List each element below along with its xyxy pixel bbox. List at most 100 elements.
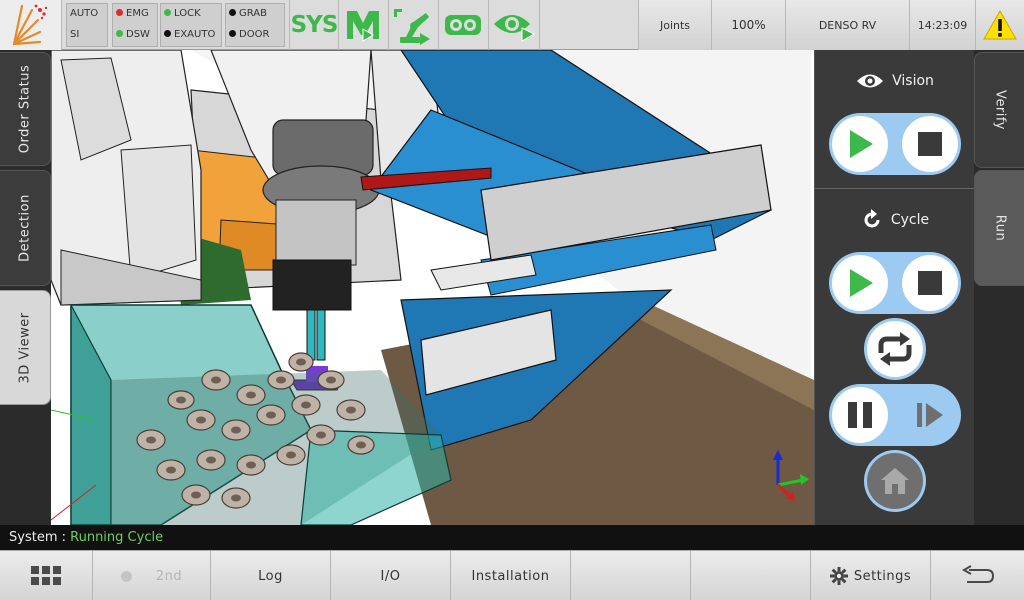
vision-stop-button[interactable] — [902, 116, 958, 172]
warning-button[interactable] — [975, 0, 1024, 50]
back-arrow-icon — [961, 565, 994, 583]
robot-arm-icon — [394, 9, 430, 45]
bottom-bar: 2nd Log I/O Installation Settings — [0, 550, 1024, 600]
repeat-icon — [878, 332, 912, 366]
home-button[interactable] — [864, 450, 926, 512]
eye-icon — [857, 74, 884, 88]
cycle-control — [829, 252, 961, 314]
clock-label: 14:23:09 — [917, 18, 968, 32]
empty-slot-2 — [691, 551, 811, 600]
app-window: AUTO SI EMG DSW LOCK EXAUTO GRAB DOOR SY… — [0, 0, 1024, 600]
status-group-lock: LOCK EXAUTO — [160, 3, 222, 47]
black-dot-icon — [229, 30, 236, 37]
black-dot-icon — [229, 9, 236, 16]
tab-3d-viewer[interactable]: 3D Viewer — [0, 290, 51, 405]
home-icon — [881, 468, 909, 494]
black-dot-icon — [164, 30, 171, 37]
run-control-panel: Vision Cycle — [814, 50, 975, 525]
warning-icon — [983, 9, 1017, 40]
tab-detection[interactable]: Detection — [0, 170, 51, 286]
tab-label: Run — [992, 214, 1007, 242]
tab-label: Order Status — [17, 64, 33, 154]
status-exauto: EXAUTO — [164, 27, 215, 43]
vision-title: Vision — [892, 73, 934, 89]
log-button[interactable]: Log — [211, 551, 331, 600]
second-label: 2nd — [155, 568, 183, 584]
status-emg: EMG — [116, 6, 149, 22]
indicator-dot-icon — [120, 570, 132, 582]
play-icon — [850, 269, 873, 297]
status-dsw: DSW — [116, 27, 150, 43]
motion-icon — [347, 11, 379, 42]
joints-button[interactable]: Joints — [638, 0, 711, 50]
tab-label: 3D Viewer — [17, 311, 33, 384]
robot-model-button[interactable]: DENSO RV — [785, 0, 909, 50]
empty-slot-1 — [571, 551, 691, 600]
vision-control — [829, 113, 961, 175]
second-button[interactable]: 2nd — [93, 551, 211, 600]
step-forward-icon — [917, 403, 943, 427]
robot-cell-scene — [51, 50, 814, 525]
camera-mode-button[interactable] — [441, 4, 485, 46]
status-group-emg: EMG DSW — [112, 3, 158, 47]
vision-section-title: Vision — [815, 69, 975, 93]
tab-label: Verify — [992, 90, 1007, 130]
io-button[interactable]: I/O — [331, 551, 451, 600]
status-grab: GRAB — [229, 6, 267, 22]
installation-label: Installation — [471, 568, 550, 584]
cycle-repeat-button[interactable] — [864, 318, 926, 380]
app-logo — [0, 0, 62, 50]
red-dot-icon — [116, 9, 123, 16]
system-status-value: Running Cycle — [70, 530, 164, 545]
tab-run[interactable]: Run — [974, 170, 1024, 286]
settings-label: Settings — [853, 568, 912, 584]
logo-icon — [12, 4, 48, 46]
vision-mode-button[interactable] — [491, 4, 537, 46]
app-menu-button[interactable] — [0, 551, 93, 600]
stop-icon — [918, 271, 942, 295]
robot-teach-button[interactable] — [391, 4, 435, 46]
status-auto: AUTO — [70, 8, 99, 19]
robot-model-label: DENSO RV — [818, 18, 877, 32]
status-door: DOOR — [229, 27, 269, 43]
status-lock: LOCK — [164, 6, 201, 22]
motion-mode-button[interactable] — [341, 4, 385, 46]
green-dot-icon — [116, 30, 123, 37]
play-icon — [850, 130, 873, 158]
cycle-stop-button[interactable] — [902, 255, 958, 311]
stop-icon — [918, 132, 942, 156]
log-label: Log — [258, 568, 283, 584]
system-status-label: System : — [9, 530, 66, 545]
left-tab-bar: Order Status Detection 3D Viewer — [0, 50, 51, 525]
green-dot-icon — [164, 9, 171, 16]
gear-icon — [829, 567, 848, 585]
cycle-section-title: Cycle — [815, 208, 975, 232]
io-label: I/O — [380, 568, 401, 584]
status-group-grab: GRAB DOOR — [225, 3, 285, 47]
settings-button[interactable]: Settings — [811, 551, 931, 600]
speed-button[interactable]: 100% — [711, 0, 785, 50]
tab-verify[interactable]: Verify — [974, 52, 1024, 168]
cycle-title: Cycle — [890, 212, 930, 228]
tab-label: Detection — [17, 194, 33, 262]
tab-order-status[interactable]: Order Status — [0, 52, 51, 166]
installation-button[interactable]: Installation — [451, 551, 571, 600]
stereo-camera-icon — [445, 15, 481, 35]
status-group-mode: AUTO SI — [66, 3, 108, 47]
pause-button[interactable] — [832, 387, 888, 443]
refresh-icon — [864, 209, 880, 228]
joints-label: Joints — [659, 18, 691, 32]
speed-label: 100% — [731, 18, 766, 32]
sys-button[interactable]: SYS — [290, 4, 339, 46]
status-si: SI — [70, 29, 80, 40]
clock: 14:23:09 — [909, 0, 975, 50]
3d-viewer-canvas[interactable] — [51, 50, 814, 525]
step-control — [829, 384, 961, 446]
vision-play-button[interactable] — [832, 116, 888, 172]
back-button[interactable] — [931, 551, 1024, 600]
system-status-bar: System : Running Cycle — [0, 525, 1024, 550]
step-forward-button[interactable] — [902, 387, 958, 443]
cycle-play-button[interactable] — [832, 255, 888, 311]
sys-label: SYS — [290, 12, 339, 38]
grid-icon — [31, 566, 61, 585]
